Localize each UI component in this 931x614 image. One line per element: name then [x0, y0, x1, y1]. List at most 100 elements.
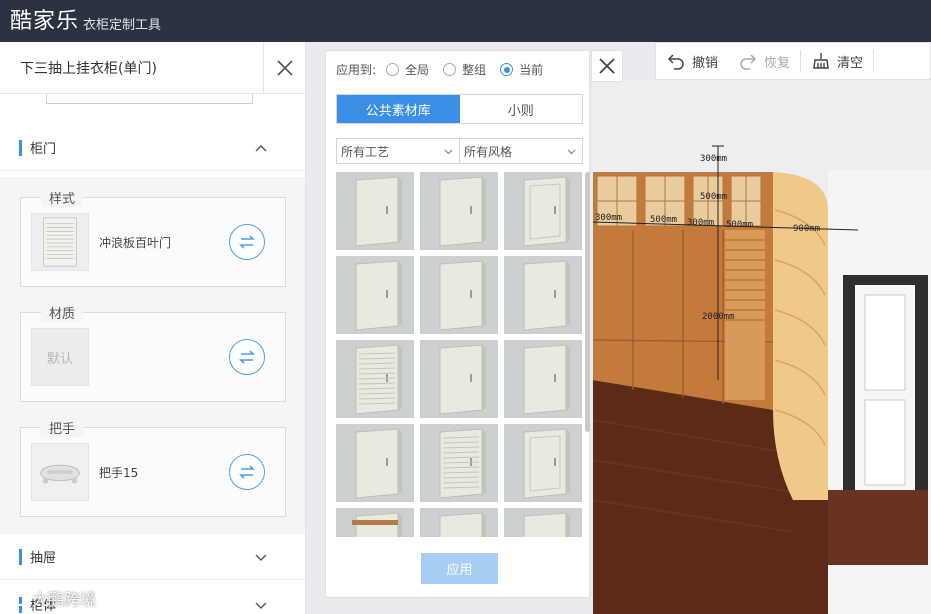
- section-accent-bar: [19, 139, 22, 156]
- scene-viewport[interactable]: 300mm 500mm 300mm 500mm 300mm 500mm 900m…: [593, 80, 931, 614]
- door-panel-icon: [504, 340, 582, 418]
- material-tile-handle-bar[interactable]: [336, 508, 414, 537]
- apply-group-radio[interactable]: [443, 63, 457, 76]
- apply-group-label: 整组: [462, 63, 487, 77]
- chevron-down-icon: [255, 554, 267, 561]
- material-tile-plain[interactable]: [504, 508, 582, 537]
- section-door-label: 柜门: [30, 142, 57, 157]
- material-legend: 材质: [41, 303, 84, 322]
- app-subtitle: 衣柜定制工具: [83, 18, 162, 33]
- grid-scrollbar[interactable]: [585, 172, 590, 432]
- door-panel-icon: [504, 172, 582, 250]
- apply-global-radio[interactable]: [386, 63, 400, 76]
- handle-swap-button[interactable]: [229, 454, 265, 490]
- clear-button[interactable]: 清空: [801, 42, 873, 80]
- handle-thumb: [31, 443, 89, 501]
- swap-icon: [239, 350, 255, 364]
- toolbar-divider: [873, 50, 875, 72]
- close-icon: [276, 60, 293, 76]
- panel-close-button[interactable]: [263, 42, 305, 94]
- tab-small[interactable]: 小则: [459, 95, 582, 123]
- door-panel-icon: [420, 172, 498, 250]
- watermark: 大鹏跨境: [0, 586, 96, 610]
- panel-title: 下三抽上挂衣柜(单门): [20, 60, 157, 77]
- scene-toolbar: 撤销 恢复 清空: [655, 42, 931, 80]
- door-panel-icon: [336, 508, 414, 537]
- handle-legend: 把手: [41, 418, 84, 437]
- louver-door-thumb: [31, 213, 89, 271]
- style-filter-value: 所有风格: [464, 144, 513, 159]
- redo-button[interactable]: 恢复: [728, 42, 800, 80]
- section-door-header[interactable]: 柜门: [0, 125, 305, 171]
- material-grid: [336, 172, 584, 537]
- door-panel-icon: [420, 256, 498, 334]
- apply-current-label: 当前: [519, 63, 544, 77]
- material-tile-plain[interactable]: [336, 424, 414, 502]
- material-tile-plain[interactable]: [420, 172, 498, 250]
- chevron-down-icon: [444, 149, 453, 155]
- material-swap-button[interactable]: [229, 339, 265, 375]
- material-tile-plain[interactable]: [504, 256, 582, 334]
- dimension-label: 500mm: [650, 215, 678, 225]
- default-material-thumb: 默认: [31, 328, 89, 386]
- apply-current-radio[interactable]: [500, 63, 514, 76]
- style-filter-select[interactable]: 所有风格: [460, 138, 583, 164]
- craft-filter-select[interactable]: 所有工艺: [336, 138, 460, 164]
- style-value: 冲浪板百叶门: [99, 236, 172, 250]
- style-legend: 样式: [41, 188, 84, 207]
- undo-label: 撤销: [692, 55, 719, 71]
- door-panel-icon: [504, 424, 582, 502]
- top-input-field[interactable]: [46, 94, 253, 104]
- filter-row: 所有工艺 所有风格: [336, 138, 583, 164]
- broom-icon: [813, 53, 829, 69]
- properties-panel: 下三抽上挂衣柜(单门) 柜门 样式 冲浪板百叶门 材质 默认 把手 把手15 抽…: [0, 42, 306, 614]
- material-card: 材质 默认: [20, 303, 286, 402]
- top-bar: 酷家乐 衣柜定制工具: [0, 0, 931, 42]
- section-drawer-header[interactable]: 抽屉: [0, 534, 305, 580]
- redo-icon: [740, 54, 757, 70]
- material-tile-plain[interactable]: [420, 256, 498, 334]
- dimension-label: 300mm: [687, 218, 715, 228]
- swap-icon: [239, 465, 255, 479]
- material-tile-inset[interactable]: [504, 424, 582, 502]
- material-tile-louver[interactable]: [336, 340, 414, 418]
- section-drawer-label: 抽屉: [30, 551, 57, 566]
- handle-card: 把手 把手15: [20, 418, 286, 517]
- material-tile-louver[interactable]: [420, 424, 498, 502]
- dimension-label: 900mm: [793, 224, 821, 234]
- door-panel-icon: [336, 424, 414, 502]
- material-tile-plain[interactable]: [420, 508, 498, 537]
- undo-button[interactable]: 撤销: [656, 42, 728, 80]
- tab-public-library[interactable]: 公共素材库: [337, 95, 460, 123]
- dimension-label: 300mm: [700, 154, 728, 164]
- door-panel-icon: [420, 340, 498, 418]
- material-tile-plain[interactable]: [504, 340, 582, 418]
- door-panel-icon: [504, 256, 582, 334]
- style-swap-button[interactable]: [229, 224, 265, 260]
- swap-icon: [239, 235, 255, 249]
- material-tile-inset[interactable]: [504, 172, 582, 250]
- watermark-text: 大鹏跨境: [32, 590, 97, 609]
- dimension-label: 500mm: [700, 192, 728, 202]
- app-logo: 酷家乐: [10, 9, 80, 34]
- dimension-label: 500mm: [726, 220, 754, 230]
- apply-scope-row: 应用到: 全局 整组 当前: [336, 61, 547, 78]
- material-tile-plain[interactable]: [336, 256, 414, 334]
- material-value: 默认: [46, 351, 73, 367]
- door-panel-icon: [336, 340, 414, 418]
- apply-to-label: 应用到:: [336, 63, 377, 77]
- door-panel-icon: [504, 508, 582, 537]
- material-tile-plain[interactable]: [420, 340, 498, 418]
- close-icon: [599, 58, 615, 74]
- library-tabs: 公共素材库 小则: [336, 94, 583, 124]
- door-settings: 样式 冲浪板百叶门 材质 默认 把手 把手15: [0, 177, 305, 539]
- material-tile-plain[interactable]: [336, 172, 414, 250]
- apply-button[interactable]: 应用: [421, 553, 498, 584]
- apply-global-label: 全局: [405, 63, 430, 77]
- handle-value: 把手15: [99, 466, 139, 480]
- style-card: 样式 冲浪板百叶门: [20, 188, 286, 287]
- section-accent-bar: [19, 548, 22, 565]
- picker-close-button[interactable]: [591, 50, 623, 82]
- dimension-label: 300mm: [595, 213, 623, 223]
- door-panel-icon: [420, 508, 498, 537]
